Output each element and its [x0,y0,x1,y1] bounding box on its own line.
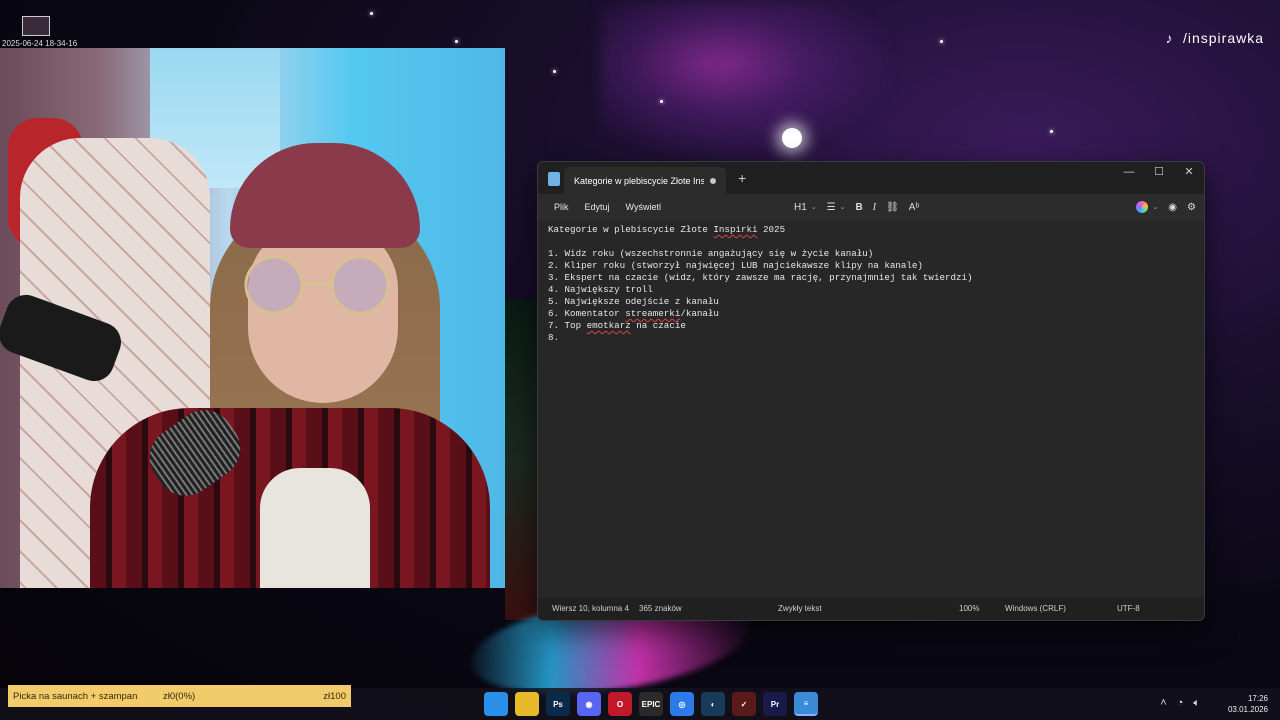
tiktok-icon: ♪ [1165,30,1173,46]
minimize-button[interactable]: — [1114,162,1144,182]
wallpaper-star [660,100,663,103]
link-icon[interactable]: ⛓ [886,202,899,213]
donation-goal-bar: Picka na saunach + szampan zł0(0%) zł100 [8,685,351,707]
status-bar: Wiersz 10, kolumna 4 365 znaków Zwykły t… [538,598,1204,620]
goal-label: Picka na saunach + szampan [13,690,138,702]
misspelled-word[interactable]: streamerki [625,308,680,319]
menu-view[interactable]: Wyświetl [618,202,669,212]
menubar: Plik Edytuj Wyświetl H1 ⌄ ☰ ⌄ B I ⛓ Aᵇ ⌄… [538,194,1204,220]
wallpaper-moon [782,128,802,148]
status-line-ending[interactable]: Windows (CRLF) [1005,604,1066,613]
unsaved-dot-icon[interactable] [710,177,716,184]
webcam-glasses [244,255,390,315]
list-icon: ☰ [826,201,836,213]
app-icon[interactable]: ✓ [732,692,756,716]
line-text: Kategorie w plebiscycie Złote Inspirki 2… [548,224,786,235]
close-button[interactable]: ✕ [1174,162,1204,182]
tab-document[interactable]: Kategorie w plebiscycie Złote Inspi [564,167,726,194]
wallpaper-star [940,40,943,43]
window-controls: — ☐ ✕ [1114,162,1204,182]
status-cursor-position: Wiersz 10, kolumna 4 [552,604,629,613]
copilot-icon [1136,201,1149,213]
taskbar-apps: Ps ◉ O EPIC ◎ ◐ ✓ Pr ≡ [484,692,818,716]
windows-start-icon[interactable] [484,692,508,716]
heading-label: H1 [794,201,807,213]
speaker-icon[interactable]: 🔈︎ [1193,697,1200,710]
editor-line: 7. Top emotkarz na czacie [548,320,686,331]
new-tab-button[interactable]: + [738,170,746,186]
clock-time: 17:26 [1247,694,1268,703]
brand-handle: ♪ /inspirawka [1161,30,1264,46]
list-dropdown[interactable]: ☰ ⌄ [827,202,846,213]
editor-line: 6. Komentator streamerki/kanału [548,308,719,319]
right-toolbar: ⌄ ◉ ⚙ [1136,194,1196,220]
italic-button[interactable]: I [873,202,876,213]
misspelled-word[interactable]: emotkarz [587,320,631,331]
status-zoom[interactable]: 100% [959,604,979,613]
misspelled-word[interactable]: Inspirki [713,224,757,235]
account-icon[interactable]: ◉ [1168,202,1177,213]
menu-file[interactable]: Plik [546,202,577,212]
wifi-icon[interactable]: ◔ [1177,697,1184,710]
photoshop-icon[interactable]: Ps [546,692,570,716]
editor-line: Kategorie w plebiscycie Złote Inspirki 2… [548,224,1194,236]
wallpaper-star [1050,130,1053,133]
editor-line: 1. Widz roku (wszechstronnie angażujący … [548,248,874,259]
epic-games-icon[interactable]: EPIC [639,692,663,716]
bold-button[interactable]: B [856,202,863,213]
system-tray: ˄ ◔ 🔈︎ [1160,697,1200,710]
editor-line: 2. Kliper roku (stworzył najwięcej LUB n… [548,260,923,271]
taskbar-clock[interactable]: 17:26 03.01.2026 [1228,693,1268,715]
wallpaper-nebula [600,0,900,160]
chevron-down-icon: ⌄ [810,204,817,211]
file-explorer-icon[interactable] [515,692,539,716]
wallpaper-star [370,12,373,15]
status-char-count: 365 znaków [639,604,682,613]
editor-line: 8. [548,332,565,343]
recorder-thumbnail[interactable] [22,16,50,36]
webcam-feed: YX [0,48,505,588]
editor-line: 5. Największe odejście z kanału [548,296,719,307]
premiere-icon[interactable]: Pr [763,692,787,716]
streamlabs-icon[interactable]: ◎ [670,692,694,716]
tray-overflow-icon[interactable]: ˄ [1160,697,1166,710]
discord-icon[interactable]: ◉ [577,692,601,716]
recorder-widget[interactable]: 2025-06-24 18-34-16 [0,12,80,52]
notepad-icon[interactable]: ≡ [794,692,818,716]
settings-gear-icon[interactable]: ⚙ [1187,202,1196,213]
goal-amount: zł0(0%) [163,690,196,702]
status-encoding[interactable]: UTF-8 [1117,604,1140,613]
chevron-down-icon: ⌄ [839,204,846,211]
opera-icon[interactable]: O [608,692,632,716]
text-editor[interactable]: Kategorie w plebiscycie Złote Inspirki 2… [538,220,1204,598]
steam-icon[interactable]: ◐ [701,692,725,716]
editor-line: 3. Ekspert na czacie (widz, który zawsze… [548,272,973,283]
heading-dropdown[interactable]: H1 ⌄ [794,202,817,213]
notepad-window[interactable]: Kategorie w plebiscycie Złote Inspi + — … [537,161,1205,621]
editor-line: 4. Największy troll [548,284,653,295]
chevron-down-icon: ⌄ [1152,204,1159,211]
brand-handle-text: /inspirawka [1182,30,1264,46]
webcam-tshirt [260,468,370,588]
clock-date: 03.01.2026 [1227,705,1268,714]
wallpaper-star [553,70,556,73]
copilot-dropdown[interactable]: ⌄ [1136,201,1158,213]
format-toolbar: H1 ⌄ ☰ ⌄ B I ⛓ Aᵇ [794,194,919,220]
notepad-titlebar[interactable]: Kategorie w plebiscycie Złote Inspi + — … [538,162,1204,194]
tab-title: Kategorie w plebiscycie Złote Inspi [574,175,704,186]
wallpaper-star [455,40,458,43]
spellcheck-icon[interactable]: Aᵇ [909,202,919,213]
recorder-timestamp: 2025-06-24 18-34-16 [2,39,78,48]
goal-target: zł100 [323,690,346,702]
maximize-button[interactable]: ☐ [1144,162,1174,182]
notepad-app-icon [548,172,560,186]
status-format[interactable]: Zwykły tekst [778,604,822,613]
menu-edit[interactable]: Edytuj [577,202,618,212]
